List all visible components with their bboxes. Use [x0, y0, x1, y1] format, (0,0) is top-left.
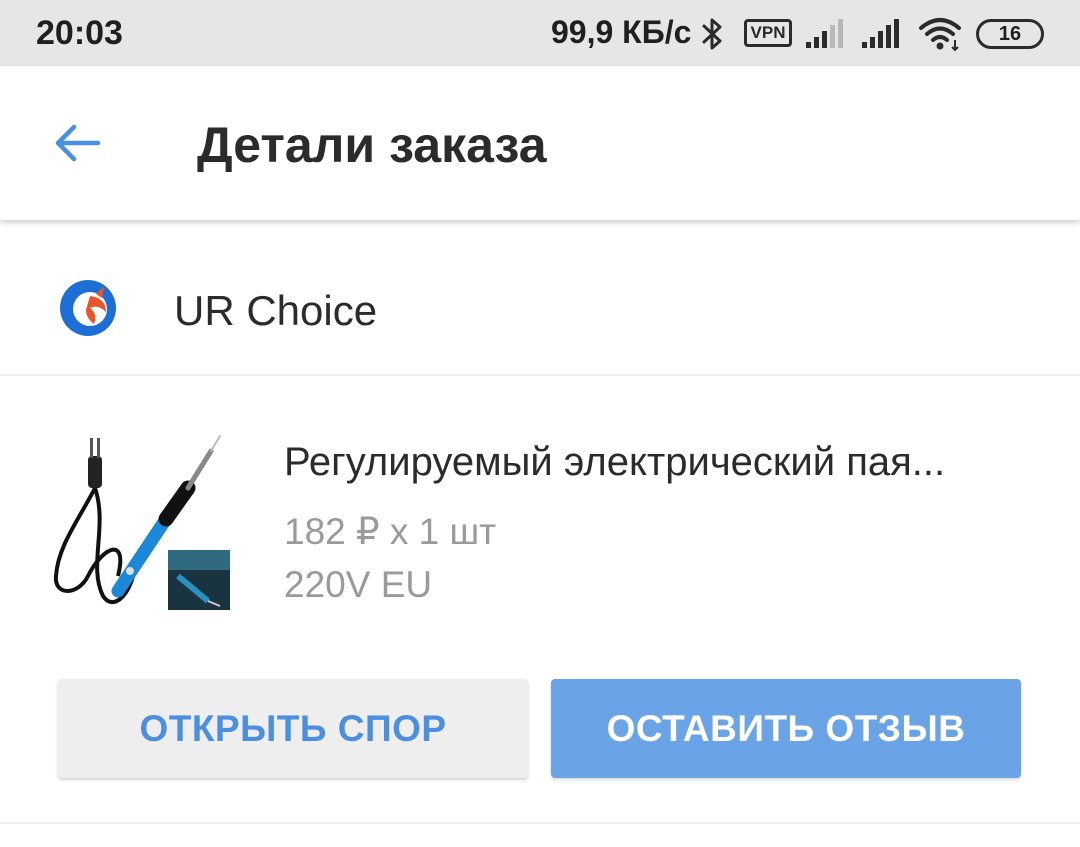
seller-logo	[60, 280, 116, 336]
open-dispute-button[interactable]: ОТКРЫТЬ СПОР	[58, 679, 528, 778]
bluetooth-icon	[702, 18, 722, 50]
product-price: 182 ₽ x 1 шт	[284, 511, 497, 552]
battery-icon: 16	[976, 19, 1044, 49]
vpn-icon: VPN	[744, 19, 792, 47]
network-speed: 99,9 КБ/с	[551, 14, 692, 50]
battery-level: 16	[998, 23, 1022, 45]
product-image	[48, 426, 232, 612]
signal-icon	[862, 19, 899, 48]
seller-name: UR Choice	[174, 287, 378, 334]
app-bar: Детали заказа	[0, 66, 1080, 220]
arrow-left-icon[interactable]	[52, 118, 102, 168]
vpn-label: VPN	[750, 23, 786, 42]
divider	[0, 822, 1080, 824]
product-item[interactable]: Регулируемый электрический пая... 182 ₽ …	[0, 378, 1080, 648]
signal-icon	[806, 19, 843, 48]
wifi-icon	[919, 18, 961, 52]
leave-review-button[interactable]: ОСТАВИТЬ ОТЗЫВ	[551, 679, 1021, 778]
status-bar: 20:03 99,9 КБ/с VPN 16	[0, 0, 1080, 66]
product-variant: 220V EU	[284, 564, 433, 605]
product-title[interactable]: Регулируемый электрический пая...	[284, 440, 1024, 485]
status-time: 20:03	[36, 14, 123, 52]
seller-row[interactable]: UR Choice	[0, 240, 1080, 376]
page-title: Детали заказа	[197, 117, 547, 173]
